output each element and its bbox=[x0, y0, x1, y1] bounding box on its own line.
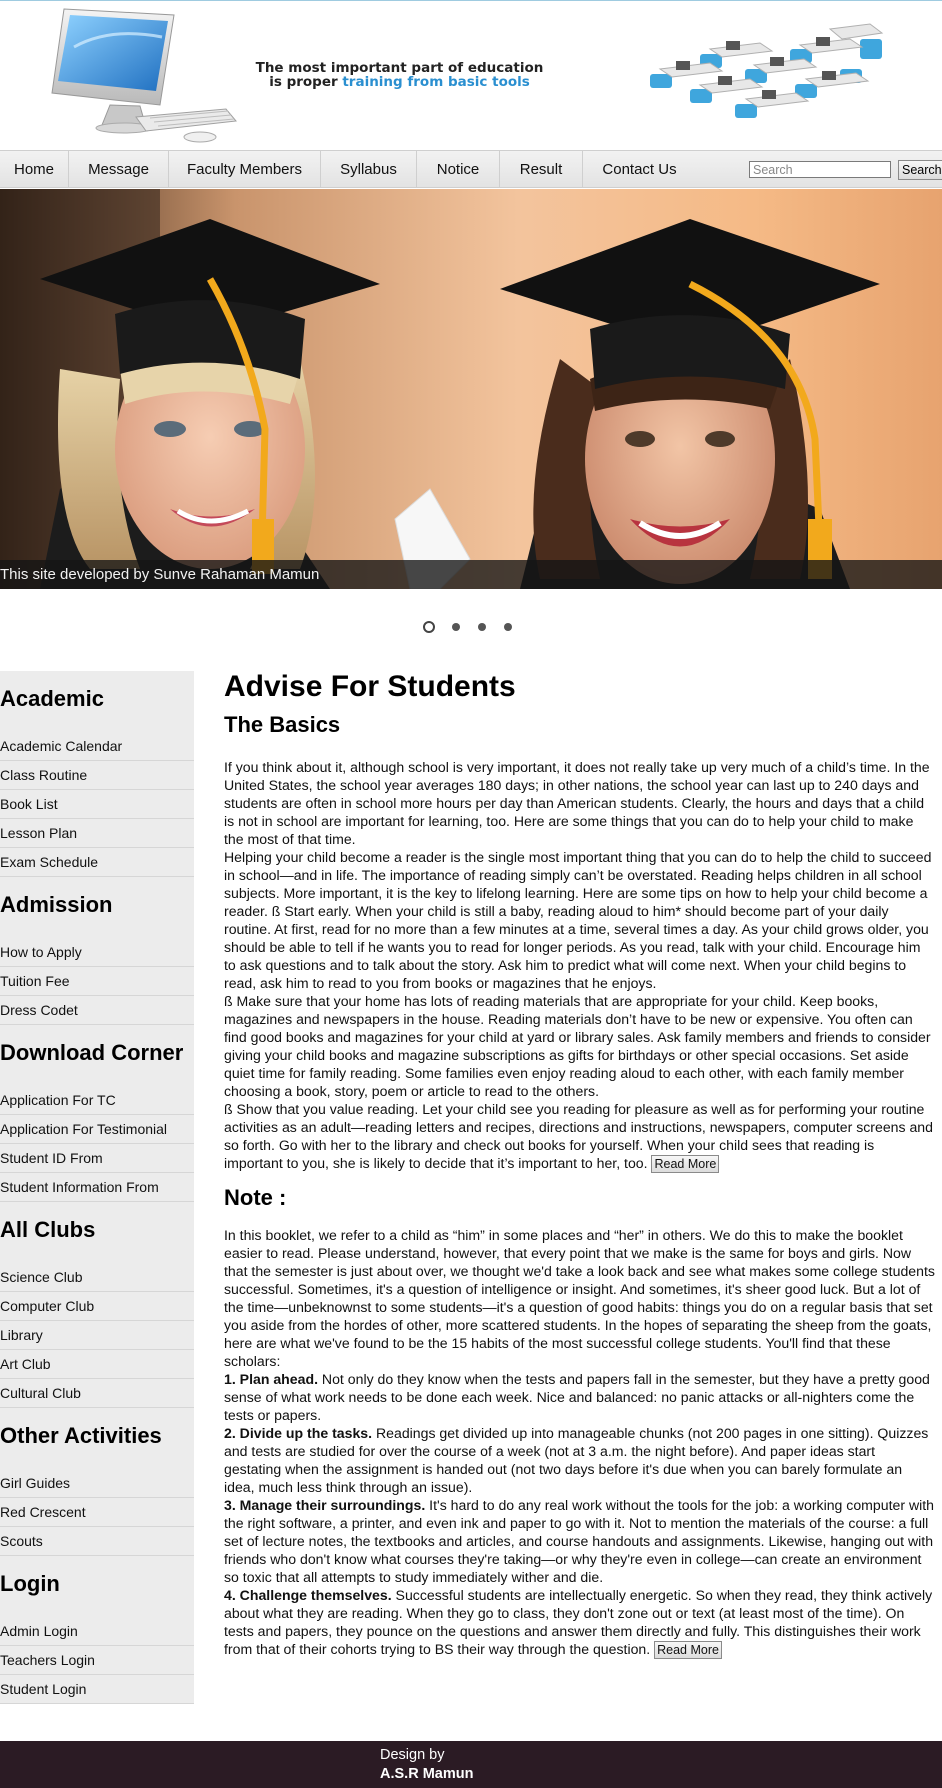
sidebar-link-student-id[interactable]: Student ID From bbox=[0, 1144, 194, 1173]
nav-home[interactable]: Home bbox=[0, 151, 69, 188]
sidebar-link-red-crescent[interactable]: Red Crescent bbox=[0, 1498, 194, 1527]
sidebar: Academic Academic Calendar Class Routine… bbox=[0, 671, 194, 1704]
hero-slider[interactable]: This site developed by Sunve Rahaman Mam… bbox=[0, 189, 942, 589]
habit-heading-2: 2. Divide up the tasks. bbox=[224, 1425, 373, 1441]
site-footer: Design by A.S.R Mamun bbox=[0, 1741, 942, 1788]
sidebar-heading-other-activities: Other Activities bbox=[0, 1423, 162, 1448]
section-title-note: Note : bbox=[224, 1185, 287, 1210]
search-input[interactable] bbox=[749, 161, 891, 178]
tagline-line-1: The most important part of education bbox=[255, 60, 544, 76]
graduates-photo bbox=[0, 189, 942, 589]
main-nav: Home Message Faculty Members Syllabus No… bbox=[0, 150, 942, 188]
habit-heading-1: 1. Plan ahead. bbox=[224, 1371, 318, 1387]
slider-dot-1[interactable] bbox=[423, 621, 435, 633]
sidebar-heading-academic: Academic bbox=[0, 686, 104, 711]
nav-result[interactable]: Result bbox=[500, 151, 583, 188]
search-button[interactable]: Search bbox=[898, 160, 942, 180]
footer-design-by: Design by bbox=[380, 1747, 445, 1763]
slider-caption-bar: This site developed by Sunve Rahaman Mam… bbox=[0, 560, 942, 589]
basics-paragraph-2: Helping your child become a reader is th… bbox=[224, 849, 932, 991]
sidebar-link-art-club[interactable]: Art Club bbox=[0, 1350, 194, 1379]
section-title-basics: The Basics bbox=[224, 712, 341, 737]
tagline-highlight: training from basic tools bbox=[342, 74, 530, 90]
read-more-button-2[interactable]: Read More bbox=[654, 1641, 722, 1659]
habit-item-1: 1. Plan ahead. Not only do they know whe… bbox=[224, 1370, 936, 1424]
sidebar-link-scouts[interactable]: Scouts bbox=[0, 1527, 194, 1556]
sidebar-link-exam-schedule[interactable]: Exam Schedule bbox=[0, 848, 194, 877]
sidebar-link-student-information[interactable]: Student Information From bbox=[0, 1173, 194, 1202]
nav-faculty-members[interactable]: Faculty Members bbox=[169, 151, 321, 188]
sidebar-link-how-to-apply[interactable]: How to Apply bbox=[0, 938, 194, 967]
habit-text-1: Not only do they know when the tests and… bbox=[224, 1371, 930, 1423]
basics-paragraph-1: If you think about it, although school i… bbox=[224, 759, 930, 847]
sidebar-link-lesson-plan[interactable]: Lesson Plan bbox=[0, 819, 194, 848]
nav-contact-us[interactable]: Contact Us bbox=[583, 151, 696, 188]
read-more-button-1[interactable]: Read More bbox=[651, 1155, 720, 1173]
classroom-illustration bbox=[650, 23, 884, 118]
habit-item-2: 2. Divide up the tasks. Readings get div… bbox=[224, 1424, 936, 1496]
sidebar-heading-all-clubs: All Clubs bbox=[0, 1217, 96, 1242]
sidebar-link-application-tc[interactable]: Application For TC bbox=[0, 1086, 194, 1115]
tagline-prefix: is proper bbox=[269, 74, 343, 90]
sidebar-heading-admission: Admission bbox=[0, 892, 113, 917]
sidebar-link-cultural-club[interactable]: Cultural Club bbox=[0, 1379, 194, 1408]
slider-dot-4[interactable] bbox=[504, 623, 512, 631]
site-header: The most important part of education is … bbox=[0, 0, 942, 150]
basics-paragraph-4: ß Show that you value reading. Let your … bbox=[224, 1100, 936, 1173]
computer-monitor-logo bbox=[51, 8, 237, 143]
habit-heading-3: 3. Manage their surroundings. bbox=[224, 1497, 426, 1513]
sidebar-link-dress-code[interactable]: Dress Codet bbox=[0, 996, 194, 1025]
habit-item-3: 3. Manage their surroundings. It's hard … bbox=[224, 1496, 936, 1586]
sidebar-link-academic-calendar[interactable]: Academic Calendar bbox=[0, 732, 194, 761]
sidebar-heading-download-corner: Download Corner bbox=[0, 1040, 184, 1065]
sidebar-link-class-routine[interactable]: Class Routine bbox=[0, 761, 194, 790]
sidebar-link-admin-login[interactable]: Admin Login bbox=[0, 1617, 194, 1646]
sidebar-link-science-club[interactable]: Science Club bbox=[0, 1263, 194, 1292]
nav-message[interactable]: Message bbox=[69, 151, 169, 188]
tagline-line-2: is proper training from basic tools bbox=[222, 75, 577, 89]
slider-dot-2[interactable] bbox=[452, 623, 460, 631]
sidebar-link-computer-club[interactable]: Computer Club bbox=[0, 1292, 194, 1321]
header-tagline: The most important part of education is … bbox=[222, 61, 577, 89]
habit-item-4: 4. Challenge themselves. Successful stud… bbox=[224, 1586, 936, 1659]
sidebar-link-teachers-login[interactable]: Teachers Login bbox=[0, 1646, 194, 1675]
footer-designer-name: A.S.R Mamun bbox=[380, 1766, 474, 1782]
sidebar-link-student-login[interactable]: Student Login bbox=[0, 1675, 194, 1704]
sidebar-link-tuition-fee[interactable]: Tuition Fee bbox=[0, 967, 194, 996]
sidebar-link-book-list[interactable]: Book List bbox=[0, 790, 194, 819]
note-intro: In this booklet, we refer to a child as … bbox=[224, 1227, 935, 1369]
basics-paragraph-3: ß Make sure that your home has lots of r… bbox=[224, 993, 931, 1099]
sidebar-link-girl-guides[interactable]: Girl Guides bbox=[0, 1469, 194, 1498]
sidebar-heading-login: Login bbox=[0, 1571, 60, 1596]
sidebar-link-application-testimonial[interactable]: Application For Testimonial bbox=[0, 1115, 194, 1144]
page-title: Advise For Students bbox=[224, 670, 516, 703]
sidebar-link-library[interactable]: Library bbox=[0, 1321, 194, 1350]
nav-notice[interactable]: Notice bbox=[417, 151, 500, 188]
slider-caption: This site developed by Sunve Rahaman Mam… bbox=[0, 566, 320, 583]
habit-heading-4: 4. Challenge themselves. bbox=[224, 1587, 392, 1603]
nav-syllabus[interactable]: Syllabus bbox=[321, 151, 417, 188]
slider-dot-3[interactable] bbox=[478, 623, 486, 631]
basics-paragraph-4-text: ß Show that you value reading. Let your … bbox=[224, 1101, 933, 1171]
